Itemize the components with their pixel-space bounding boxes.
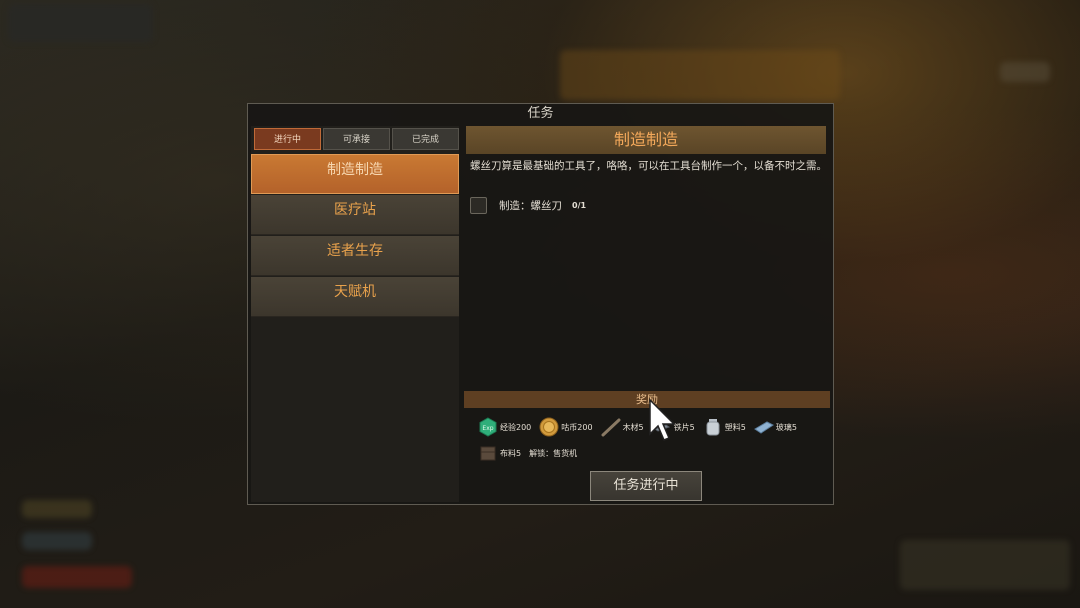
bg-hud-stat-3 [22, 566, 132, 588]
bg-hud-bottom-right [900, 540, 1070, 590]
objective-count: 0/1 [572, 200, 587, 210]
bg-hud-top-left [8, 4, 153, 42]
tab-available[interactable]: 可承接 [323, 128, 390, 150]
rewards-header: 奖励 [464, 391, 830, 408]
reward-iron-plate-text: 铁片5 [673, 422, 695, 432]
quest-item-survival[interactable]: 适者生存 [251, 236, 459, 276]
reward-glass: 玻璃5 [753, 417, 797, 437]
bg-hud-top-right [1000, 62, 1050, 82]
quest-objective: 制造：螺丝刀 0/1 [470, 196, 586, 214]
plastic-icon [706, 419, 720, 436]
quest-item-medical-station[interactable]: 医疗站 [251, 195, 459, 235]
quest-detail-title: 制造制造 [466, 126, 826, 154]
quest-list-column: 进行中 可承接 已完成 制造制造 医疗站 适者生存 天赋机 [251, 126, 459, 502]
reward-coin: 咕币200 [539, 417, 593, 437]
glass-icon [753, 421, 774, 434]
rewards-row-2: 布料5 解锁：售货机 [478, 441, 823, 465]
reward-plastic-text: 塑料5 [724, 422, 746, 432]
reward-glass-text: 玻璃5 [775, 422, 797, 432]
bg-scene-light [560, 50, 840, 100]
reward-coin-text: 咕币200 [561, 422, 593, 432]
panel-title: 任务 [527, 106, 554, 121]
objective-label: 制造：螺丝刀 [499, 199, 562, 212]
reward-exp-text: 经验200 [500, 422, 532, 432]
exp-icon: Exp [479, 417, 497, 437]
reward-wood: 木材5 [601, 417, 644, 437]
reward-cloth-text: 布料5 [500, 448, 522, 458]
tab-completed[interactable]: 已完成 [392, 128, 459, 150]
coin-icon [539, 417, 559, 437]
bg-hud-stat-1 [22, 500, 92, 518]
tab-in-progress[interactable]: 进行中 [254, 128, 321, 150]
quest-panel: 任务 进行中 可承接 已完成 制造制造 医疗站 适者生存 天赋机 制造制造 螺丝… [247, 103, 834, 505]
quest-item-talent-machine[interactable]: 天赋机 [251, 277, 459, 317]
mouse-cursor-icon [649, 398, 676, 441]
objective-checkbox [470, 196, 487, 214]
quest-in-progress-button[interactable]: 任务进行中 [590, 471, 702, 501]
quest-description: 螺丝刀算是最基础的工具了，咯咯，可以在工具台制作一个，以备不时之需。 [470, 160, 827, 172]
reward-unlock-text: 解锁：售货机 [529, 448, 578, 458]
reward-plastic: 塑料5 [703, 417, 746, 437]
quest-item-crafting[interactable]: 制造制造 [251, 154, 459, 194]
reward-unlock: 解锁：售货机 [529, 448, 577, 459]
cloth-icon [480, 446, 496, 461]
quest-list: 制造制造 医疗站 适者生存 天赋机 [251, 154, 459, 318]
quest-tabs: 进行中 可承接 已完成 [254, 128, 459, 150]
wood-icon [601, 418, 621, 437]
reward-exp: Exp 经验200 [478, 417, 531, 437]
reward-cloth: 布料5 [478, 443, 521, 463]
quest-detail: 制造制造 螺丝刀算是最基础的工具了，咯咯，可以在工具台制作一个，以备不时之需。 … [464, 126, 830, 502]
reward-wood-text: 木材5 [622, 422, 644, 432]
svg-text:Exp: Exp [482, 425, 493, 432]
bg-hud-stat-2 [22, 532, 92, 550]
